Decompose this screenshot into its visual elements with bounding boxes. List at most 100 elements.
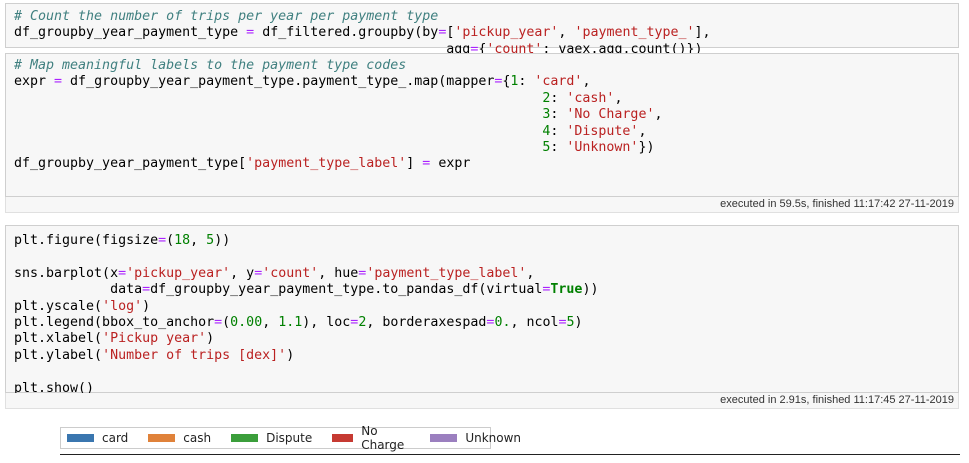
code-string: 'payment_type_' — [574, 25, 695, 41]
code-operator: = — [558, 315, 567, 331]
code-token: data — [110, 282, 143, 298]
code-editor[interactable]: plt.figure(figsize=(18, 5)) sns.barplot(… — [6, 226, 958, 397]
code-string: 'Dispute' — [566, 123, 639, 139]
code-editor[interactable]: # Map meaningful labels to the payment t… — [6, 54, 958, 173]
legend-swatch — [332, 434, 354, 442]
code-token: , — [190, 233, 207, 248]
code-token: ), loc — [302, 315, 351, 331]
legend-item-unknown: Unknown — [430, 431, 521, 445]
code-token: , — [526, 265, 535, 281]
legend-item-no-charge: No Charge — [332, 424, 410, 452]
code-number: 0.00 — [230, 315, 263, 331]
code-token: ] — [406, 156, 423, 172]
code-number: 5 — [206, 233, 215, 248]
legend-item-card: card — [67, 431, 128, 445]
code-token: : — [550, 107, 567, 123]
plot-top-border — [60, 454, 960, 455]
code-token: df_groupby_year_payment_type — [14, 25, 247, 41]
code-string: 'log' — [102, 298, 143, 314]
code-token: , y — [230, 265, 255, 281]
code-comment: # Count the number of trips per year per… — [14, 9, 439, 24]
code-number: 5 — [566, 315, 575, 331]
code-token: : — [518, 74, 535, 90]
code-token: }) — [638, 140, 655, 156]
code-string: 'pickup_year' — [454, 25, 559, 41]
code-operator: = — [214, 315, 223, 331]
code-token: )) — [582, 282, 599, 298]
legend-label: card — [102, 431, 129, 445]
code-token: : — [550, 90, 567, 106]
code-keyword: True — [550, 282, 583, 298]
code-token: sns.barplot(x — [14, 265, 119, 281]
code-string: 'Unknown' — [566, 140, 639, 156]
legend-label: Dispute — [266, 431, 313, 445]
legend-label: cash — [183, 431, 212, 445]
code-number: 1.1 — [278, 315, 303, 331]
code-token: ) — [286, 347, 295, 363]
code-token: , hue — [318, 265, 359, 281]
code-cell-groupby[interactable]: # Count the number of trips per year per… — [5, 3, 959, 57]
code-token: ) — [574, 315, 583, 331]
code-string: 'card' — [534, 74, 583, 90]
code-token: expr — [430, 156, 471, 172]
code-token: , — [582, 74, 591, 90]
code-token: )) — [214, 233, 231, 248]
code-string: 'Pickup year' — [102, 331, 207, 347]
chart-legend: card cash Dispute No Charge Unknown — [60, 424, 521, 452]
code-cell-barplot[interactable]: plt.figure(figsize=(18, 5)) sns.barplot(… — [5, 225, 959, 396]
code-token: , borderaxespad — [366, 315, 487, 331]
code-token: df_groupby_year_payment_type.to_pandas_d… — [150, 282, 543, 298]
code-string: 'cash' — [566, 90, 615, 106]
execution-status: executed in 2.91s, finished 11:17:45 27-… — [5, 393, 959, 409]
code-string: 'Number of trips [dex]' — [102, 347, 287, 363]
code-cell-map-labels[interactable]: # Map meaningful labels to the payment t… — [5, 53, 959, 197]
code-token: ) — [206, 331, 215, 347]
code-token: df_filtered.groupby(by — [254, 25, 439, 41]
code-token: , — [558, 25, 575, 41]
code-token: , — [638, 123, 647, 139]
code-token: df_groupby_year_payment_type[ — [14, 156, 247, 172]
code-token: , ncol — [510, 315, 559, 331]
code-token: plt.ylabel( — [14, 347, 103, 363]
code-token: : — [550, 123, 567, 139]
code-string: 'No Charge' — [566, 107, 655, 123]
legend-label: Unknown — [465, 431, 522, 445]
legend-label: No Charge — [361, 424, 405, 452]
code-editor[interactable]: # Count the number of trips per year per… — [6, 4, 958, 58]
code-token: , — [614, 90, 623, 106]
code-token: plt.legend(bbox_to_anchor — [14, 315, 215, 331]
code-token: , — [654, 107, 663, 123]
code-token: ], — [694, 25, 711, 41]
code-operator: = — [118, 265, 127, 281]
execution-status: executed in 59.5s, finished 11:17:42 27-… — [5, 197, 959, 213]
code-token: ( — [222, 315, 231, 331]
legend-swatch — [67, 434, 94, 442]
code-string: 'payment_type_label' — [366, 265, 527, 281]
code-string: 'count' — [262, 265, 319, 281]
code-string: 'payment_type_label' — [246, 156, 407, 172]
code-token: plt.figure(figsize — [14, 233, 159, 248]
code-string: 'pickup_year' — [126, 265, 231, 281]
code-token: plt.xlabel( — [14, 331, 103, 347]
code-token: ( — [166, 233, 175, 248]
code-token: expr — [14, 74, 55, 90]
code-number: 0. — [494, 315, 511, 331]
code-token: plt.yscale( — [14, 298, 103, 314]
legend-swatch — [430, 434, 458, 442]
code-token: ) — [142, 298, 151, 314]
code-token: , — [262, 315, 279, 331]
code-token: : — [550, 140, 567, 156]
code-operator: = — [142, 282, 151, 298]
code-operator: = — [54, 74, 63, 90]
legend-swatch — [231, 434, 259, 442]
legend-swatch — [148, 434, 176, 442]
code-operator: = — [246, 25, 255, 41]
code-operator: = — [158, 233, 167, 248]
legend-item-cash: cash — [148, 431, 211, 445]
code-number: 18 — [174, 233, 191, 248]
